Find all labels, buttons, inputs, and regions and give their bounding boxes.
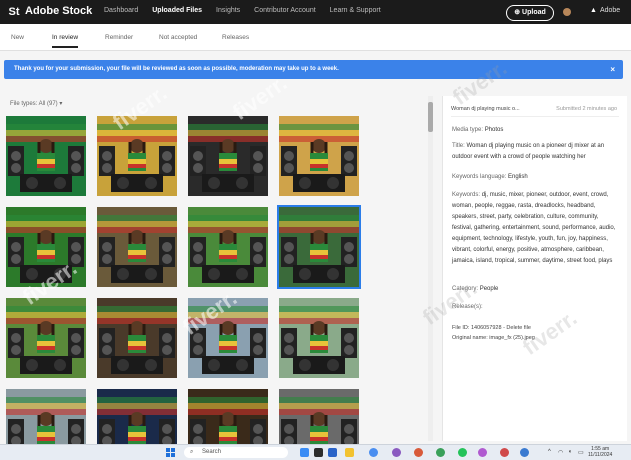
keywords-language-field: Keywords language: English bbox=[452, 172, 620, 183]
releases-field: Release(s): bbox=[452, 302, 620, 313]
thumb-6[interactable] bbox=[97, 207, 177, 287]
tab-releases[interactable]: Releases bbox=[222, 34, 249, 41]
upload-button[interactable]: ⊕ Upload bbox=[506, 5, 554, 21]
adobe-icon: ▲ bbox=[590, 7, 597, 14]
keywords-language-key: Keywords language: bbox=[452, 174, 507, 180]
file-name: Woman dj playing music o... bbox=[451, 106, 520, 112]
clock-date: 11/11/2024 bbox=[588, 452, 613, 458]
chrome-icon[interactable] bbox=[520, 448, 529, 457]
taskbar-app-icon[interactable] bbox=[314, 448, 323, 457]
wifi-icon[interactable]: ◠ bbox=[558, 449, 563, 456]
thumb-12[interactable] bbox=[279, 298, 359, 378]
thumb-15[interactable] bbox=[188, 389, 268, 444]
original-name: Original name: image_fx (25).jpeg bbox=[452, 335, 535, 341]
tab-new[interactable]: New bbox=[11, 34, 24, 41]
thumb-11[interactable] bbox=[188, 298, 268, 378]
chrome-icon[interactable] bbox=[436, 448, 445, 457]
file-types-filter[interactable]: File types: All (97) ▾ bbox=[10, 100, 62, 107]
windows-taskbar: ⌕ Search ^ ◠ ◖ ▭ 1:55 am 11/11/2024 bbox=[0, 444, 631, 460]
upload-icon: ⊕ bbox=[514, 9, 521, 16]
keywords-language-value: English bbox=[508, 174, 528, 180]
file-types-label: File types: All (97) bbox=[10, 101, 58, 107]
taskbar-search[interactable]: ⌕ Search bbox=[184, 447, 288, 458]
media-type-field: Media type: Photos bbox=[452, 125, 620, 136]
volume-icon[interactable]: ◖ bbox=[568, 449, 572, 455]
folder-icon[interactable] bbox=[345, 448, 354, 457]
releases-key: Release(s): bbox=[452, 304, 483, 310]
chrome-icon[interactable] bbox=[369, 448, 378, 457]
taskbar-app-icon[interactable] bbox=[300, 448, 309, 457]
thumb-1[interactable] bbox=[6, 116, 86, 196]
nav-dashboard[interactable]: Dashboard bbox=[104, 7, 138, 14]
thumb-14[interactable] bbox=[97, 389, 177, 444]
chrome-icon[interactable] bbox=[392, 448, 401, 457]
thumb-9[interactable] bbox=[6, 298, 86, 378]
windows-start-icon[interactable] bbox=[166, 448, 175, 457]
banner-message: Thank you for your submission, your file… bbox=[14, 66, 339, 72]
main-nav: Dashboard Uploaded Files Insights Contri… bbox=[104, 7, 381, 14]
title-field: Title: Woman dj playing music on a pione… bbox=[452, 141, 620, 163]
chrome-icon[interactable] bbox=[414, 448, 423, 457]
thumb-16[interactable] bbox=[279, 389, 359, 444]
tab-in-review[interactable]: In review bbox=[52, 34, 79, 48]
media-type-key: Media type: bbox=[452, 127, 484, 133]
whatsapp-icon[interactable] bbox=[458, 448, 467, 457]
thumb-10[interactable] bbox=[97, 298, 177, 378]
thumb-4[interactable] bbox=[279, 116, 359, 196]
tab-not-accepted[interactable]: Not accepted bbox=[159, 34, 197, 41]
close-icon[interactable]: × bbox=[610, 60, 615, 79]
search-icon: ⌕ bbox=[190, 449, 194, 455]
battery-icon[interactable]: ▭ bbox=[578, 449, 584, 456]
taskbar-clock[interactable]: 1:55 am 11/11/2024 bbox=[588, 446, 612, 458]
keywords-value: dj, music, mixer, pioneer, outdoor, even… bbox=[452, 192, 616, 264]
title-value: Woman dj playing music on a pioneer dj m… bbox=[452, 143, 605, 160]
nav-contributor-account[interactable]: Contributor Account bbox=[254, 7, 315, 14]
nav-uploaded-files[interactable]: Uploaded Files bbox=[152, 7, 202, 14]
adobe-label: Adobe bbox=[599, 7, 621, 14]
chrome-icon[interactable] bbox=[478, 448, 487, 457]
title-key: Title: bbox=[452, 143, 465, 149]
brand-title[interactable]: Adobe Stock bbox=[25, 5, 92, 17]
info-banner: Thank you for your submission, your file… bbox=[4, 60, 623, 79]
keywords-key: Keywords: bbox=[452, 192, 481, 198]
chevron-up-icon[interactable]: ^ bbox=[548, 449, 551, 455]
thumb-5[interactable] bbox=[6, 207, 86, 287]
nav-insights[interactable]: Insights bbox=[216, 7, 240, 14]
file-id[interactable]: File ID: 1406057928 - Delete file bbox=[452, 325, 531, 331]
category-key: Category: bbox=[452, 286, 479, 292]
file-details-panel: Woman dj playing music o... Submitted 2 … bbox=[442, 96, 627, 441]
top-nav-bar: St Adobe Stock Dashboard Uploaded Files … bbox=[0, 0, 631, 24]
adobe-stock-logo[interactable]: St bbox=[6, 4, 22, 20]
search-placeholder: Search bbox=[202, 449, 222, 455]
thumbnail-grid bbox=[6, 116, 362, 444]
scrollbar-handle[interactable] bbox=[428, 102, 433, 132]
avatar[interactable] bbox=[563, 8, 571, 16]
keywords-field: Keywords: dj, music, mixer, pioneer, out… bbox=[452, 190, 620, 267]
taskbar-app-icon[interactable] bbox=[328, 448, 337, 457]
chrome-icon[interactable] bbox=[500, 448, 509, 457]
thumb-13[interactable] bbox=[6, 389, 86, 444]
thumb-7[interactable] bbox=[188, 207, 268, 287]
divider bbox=[451, 116, 619, 117]
submitted-time: Submitted 2 minutes ago bbox=[556, 106, 617, 112]
thumb-8[interactable] bbox=[277, 205, 361, 289]
chevron-down-icon: ▾ bbox=[59, 101, 63, 107]
upload-label: Upload bbox=[522, 9, 546, 16]
nav-learn-support[interactable]: Learn & Support bbox=[330, 7, 381, 14]
tab-reminder[interactable]: Reminder bbox=[105, 34, 133, 41]
status-tabs: New In review Reminder Not accepted Rele… bbox=[0, 24, 631, 51]
adobe-logo[interactable]: ▲ Adobe bbox=[590, 7, 620, 14]
media-type-value: Photos bbox=[484, 127, 504, 133]
thumb-2[interactable] bbox=[97, 116, 177, 196]
scrollbar[interactable] bbox=[428, 96, 433, 441]
category-value: People bbox=[479, 286, 499, 292]
thumb-3[interactable] bbox=[188, 116, 268, 196]
category-field: Category: People bbox=[452, 284, 620, 295]
